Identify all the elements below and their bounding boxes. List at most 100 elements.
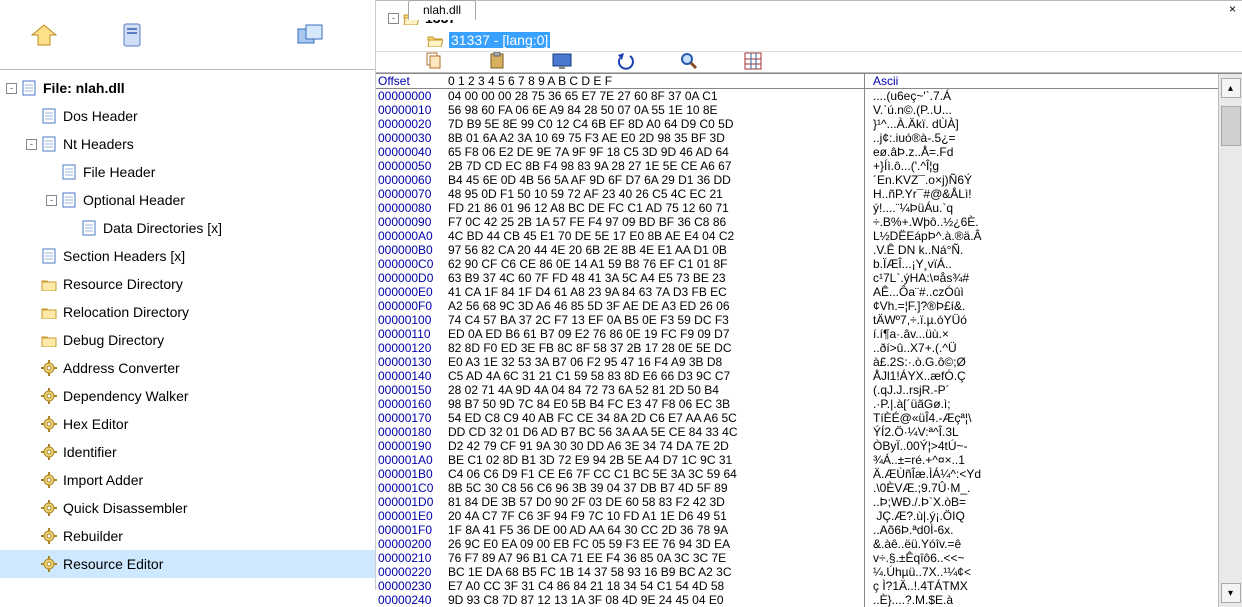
page-icon — [81, 220, 97, 236]
tab-nlah[interactable]: nlah.dll — [408, 0, 476, 20]
hex-offset: 00000000 — [376, 89, 448, 103]
hex-bytes: 4C BD 44 CB 45 E1 70 DE 5E 17 E0 8B AE E… — [448, 229, 864, 243]
hex-row[interactable]: 00000230E7 A0 CC 3F 31 C4 86 84 21 18 34… — [376, 579, 1218, 593]
tree-item-section-headers-x-[interactable]: Section Headers [x] — [0, 242, 375, 270]
hex-offset: 00000060 — [376, 173, 448, 187]
hex-offset: 000000B0 — [376, 243, 448, 257]
hex-row[interactable]: 000001C08B 5C 30 C8 56 C6 96 3B 39 04 37… — [376, 481, 1218, 495]
undo-icon[interactable] — [616, 52, 636, 72]
hex-row[interactable]: 00000140C5 AD 4A 6C 31 21 C1 59 58 83 8D… — [376, 369, 1218, 383]
search-icon[interactable] — [680, 52, 700, 72]
hex-row[interactable]: 000000E041 CA 1F 84 1F D4 61 A8 23 9A 84… — [376, 285, 1218, 299]
tree-item-nt-headers[interactable]: -Nt Headers — [0, 130, 375, 158]
tree-item-dependency-walker[interactable]: Dependency Walker — [0, 382, 375, 410]
hex-ascii: Ä.ÆÙñÎæ.ÌÁ¼^:<Yd — [864, 467, 1012, 481]
tree-item-file-header[interactable]: File Header — [0, 158, 375, 186]
expander-icon[interactable]: - — [6, 83, 17, 94]
left-panel: -File: nlah.dllDos Header-Nt HeadersFile… — [0, 0, 376, 590]
hex-row[interactable]: 0000010074 C4 57 BA 37 2C F7 13 EF 0A B5… — [376, 313, 1218, 327]
hex-bytes: ED 0A ED B6 61 B7 09 E2 76 86 0E 19 FC F… — [448, 327, 864, 341]
scroll-down-icon[interactable]: ▾ — [1221, 583, 1241, 603]
hex-row[interactable]: 0000021076 F7 89 A7 96 B1 CA 71 EE F4 36… — [376, 551, 1218, 565]
screen-icon[interactable] — [552, 52, 572, 72]
gear-icon — [41, 444, 57, 460]
hex-row[interactable]: 0000017054 ED C8 C9 40 AB FC CE 34 8A 2D… — [376, 411, 1218, 425]
tree-item-import-adder[interactable]: Import Adder — [0, 466, 375, 494]
tree-item-address-converter[interactable]: Address Converter — [0, 354, 375, 382]
hex-row[interactable]: 0000001056 98 60 FA 06 6E A9 84 28 50 07… — [376, 103, 1218, 117]
tree-item-optional-header[interactable]: -Optional Header — [0, 186, 375, 214]
grid-icon[interactable] — [744, 52, 764, 72]
hex-row[interactable]: 000000B097 56 82 CA 20 44 4E 20 6B 2E 8B… — [376, 243, 1218, 257]
expander-icon[interactable]: - — [26, 139, 37, 150]
hex-bytes: 65 F8 06 E2 DE 9E 7A 9F 9F 18 C5 3D 9D 4… — [448, 145, 864, 159]
hex-row[interactable]: 000001B0C4 06 C6 D9 F1 CE E6 7F CC C1 BC… — [376, 467, 1218, 481]
col-ascii: Ascii — [864, 74, 1012, 88]
hex-row[interactable]: 000000A04C BD 44 CB 45 E1 70 DE 5E 17 E0… — [376, 229, 1218, 243]
expander-icon[interactable]: - — [388, 13, 399, 24]
hex-bytes: 8B 01 6A A2 3A 10 69 75 F3 AE E0 2D 98 3… — [448, 131, 864, 145]
hex-body[interactable]: 0000000004 00 00 00 28 75 36 65 E7 7E 27… — [376, 89, 1218, 607]
hex-row[interactable]: 000000D063 B9 37 4C 60 7F FD 48 41 3A 5C… — [376, 271, 1218, 285]
hex-ascii: ÷.B%+.Wþô..½¿6È. — [864, 215, 1012, 229]
hex-row[interactable]: 00000190D2 42 79 CF 91 9A 30 30 DD A6 3E… — [376, 439, 1218, 453]
hex-row[interactable]: 000001D081 84 DE 3B 57 D0 90 2F 03 DE 60… — [376, 495, 1218, 509]
hex-row[interactable]: 00000220BC 1E DA 68 B5 FC 1B 14 37 58 93… — [376, 565, 1218, 579]
hex-row[interactable]: 0000012082 8D F0 ED 3E FB 8C 8F 58 37 2B… — [376, 341, 1218, 355]
tree-item-relocation-directory[interactable]: Relocation Directory — [0, 298, 375, 326]
res-item[interactable]: 31337 - [lang:0] — [384, 29, 1234, 51]
scroll-up-icon[interactable]: ▴ — [1221, 78, 1241, 98]
hex-row[interactable]: 000000C062 90 CF C6 CE 86 0E 14 A1 59 B8… — [376, 257, 1218, 271]
hex-row[interactable]: 000001A0BE C1 02 8D B1 3D 72 E9 94 2B 5E… — [376, 453, 1218, 467]
tree-item-resource-editor[interactable]: Resource Editor — [0, 550, 375, 578]
hex-row[interactable]: 000000207D B9 5E 8E 99 C0 12 C4 6B EF 8D… — [376, 117, 1218, 131]
tree-item-debug-directory[interactable]: Debug Directory — [0, 326, 375, 354]
paste-icon[interactable] — [488, 52, 508, 72]
hex-row[interactable]: 000001E020 4A C7 7F C6 3F 94 F9 7C 10 FD… — [376, 509, 1218, 523]
hex-row[interactable]: 0000004065 F8 06 E2 DE 9E 7A 9F 9F 18 C5… — [376, 145, 1218, 159]
hex-bytes: 41 CA 1F 84 1F D4 61 A8 23 9A 84 63 7A D… — [448, 285, 864, 299]
tree-item-rebuilder[interactable]: Rebuilder — [0, 522, 375, 550]
expander-icon[interactable]: - — [46, 195, 57, 206]
hex-row[interactable]: 0000007048 95 0D F1 50 10 59 72 AF 23 40… — [376, 187, 1218, 201]
hex-bytes: 62 90 CF C6 CE 86 0E 14 A1 59 B8 76 EF C… — [448, 257, 864, 271]
tree-item-identifier[interactable]: Identifier — [0, 438, 375, 466]
page-icon — [41, 136, 57, 152]
tree-item-data-directories-x-[interactable]: Data Directories [x] — [0, 214, 375, 242]
hex-row[interactable]: 000000F0A2 56 68 9C 3D A6 46 85 5D 3F AE… — [376, 299, 1218, 313]
tree-item-hex-editor[interactable]: Hex Editor — [0, 410, 375, 438]
hex-row[interactable]: 00000110ED 0A ED B6 61 B7 09 E2 76 86 0E… — [376, 327, 1218, 341]
hex-row[interactable]: 000000502B 7D CD EC 8B F4 98 83 9A 28 27… — [376, 159, 1218, 173]
hex-row[interactable]: 00000060B4 45 6E 0D 4B 56 5A AF 9D 6F D7… — [376, 173, 1218, 187]
hex-row[interactable]: 0000015028 02 71 4A 9D 4A 04 84 72 73 6A… — [376, 383, 1218, 397]
scrollbar[interactable]: ▴ ▾ — [1218, 74, 1242, 607]
res-item[interactable]: -1337 — [384, 7, 1234, 29]
open-icon[interactable] — [30, 21, 58, 49]
hex-row[interactable]: 0000020026 9C E0 EA 09 00 EB FC 05 59 F3… — [376, 537, 1218, 551]
close-icon[interactable]: × — [1229, 2, 1236, 16]
hex-row[interactable]: 00000180DD CD 32 01 D6 AD B7 BC 56 3A AA… — [376, 425, 1218, 439]
hex-ascii: ÒByÏ..00Ý¦>4tÚ~- — [864, 439, 1012, 453]
col-offset: Offset — [376, 74, 448, 88]
hex-bytes: B4 45 6E 0D 4B 56 5A AF 9D 6F D7 6A 29 D… — [448, 173, 864, 187]
tree-item-quick-disassembler[interactable]: Quick Disassembler — [0, 494, 375, 522]
scroll-thumb[interactable] — [1221, 106, 1241, 146]
hex-row[interactable]: 000001F01F 8A 41 F5 36 DE 00 AD AA 64 30… — [376, 523, 1218, 537]
hex-row[interactable]: 000000308B 01 6A A2 3A 10 69 75 F3 AE E0… — [376, 131, 1218, 145]
hex-row[interactable]: 00000090F7 0C 42 25 2B 1A 57 FE F4 97 09… — [376, 215, 1218, 229]
tree-item-dos-header[interactable]: Dos Header — [0, 102, 375, 130]
hex-row[interactable]: 0000016098 B7 50 9D 7C 84 E0 5B B4 FC E3… — [376, 397, 1218, 411]
hex-bytes: BE C1 02 8D B1 3D 72 E9 94 2B 5E A4 D7 1… — [448, 453, 864, 467]
tree-item-file-nlah-dll[interactable]: -File: nlah.dll — [0, 74, 375, 102]
hex-offset: 000001F0 — [376, 523, 448, 537]
hex-ascii: Å­Jl1!ÁYX..æfÓ.Ç — [864, 369, 1012, 383]
history-icon[interactable] — [118, 21, 146, 49]
windows-icon[interactable] — [296, 21, 324, 49]
tree-item-label: Debug Directory — [63, 332, 164, 348]
hex-row[interactable]: 000002409D 93 C8 7D 87 12 13 1A 3F 08 4D… — [376, 593, 1218, 607]
hex-row[interactable]: 00000080FD 21 86 01 96 12 A8 BC DE FC C1… — [376, 201, 1218, 215]
hex-row[interactable]: 00000130E0 A3 1E 32 53 3A B7 06 F2 95 47… — [376, 355, 1218, 369]
copy-icon[interactable] — [424, 52, 444, 72]
hex-row[interactable]: 0000000004 00 00 00 28 75 36 65 E7 7E 27… — [376, 89, 1218, 103]
tree-item-resource-directory[interactable]: Resource Directory — [0, 270, 375, 298]
